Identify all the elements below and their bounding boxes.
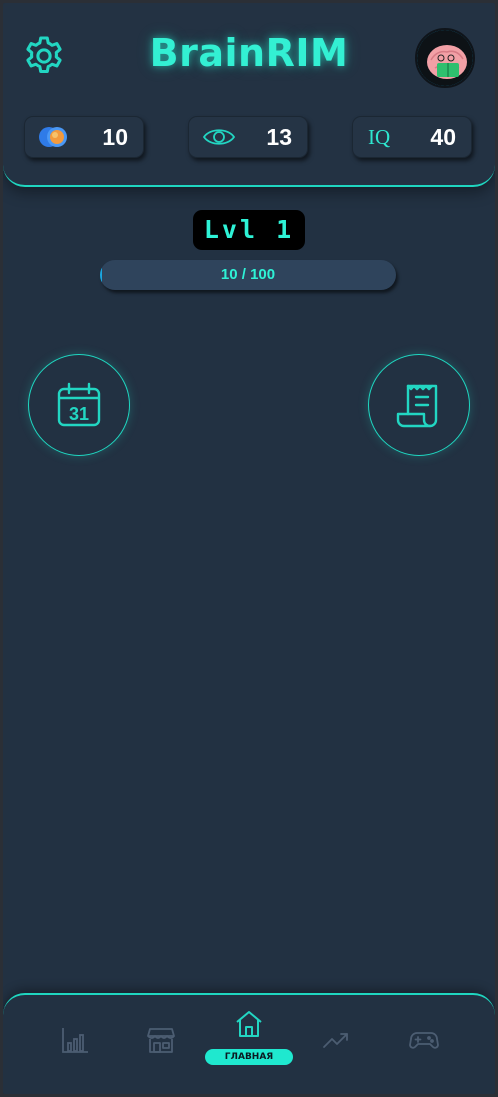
avatar[interactable] — [415, 28, 475, 88]
eye-icon — [202, 124, 236, 150]
nav-shop-store-icon[interactable] — [146, 1025, 176, 1055]
nav-stats-chart-icon[interactable] — [60, 1025, 90, 1055]
calendar-icon: 31 — [57, 382, 101, 427]
nav-trending-up-icon[interactable] — [321, 1025, 351, 1055]
brain-coin-icon — [38, 124, 72, 150]
xp-progress-bar: 10 / 100 — [100, 260, 396, 290]
nav-gamepad-icon[interactable] — [409, 1025, 439, 1055]
iq-label: IQ — [368, 125, 391, 149]
header: BrainRIM 10 13 IQ 40 — [3, 3, 495, 187]
views-value: 13 — [266, 124, 292, 150]
iq-stat: IQ 40 — [352, 116, 472, 158]
tasks-scroll-button[interactable] — [368, 354, 470, 456]
app-window: BrainRIM 10 13 IQ 40 Lvl 1 10 / 100 31 Г… — [3, 3, 495, 1094]
nav-home-icon[interactable] — [234, 1009, 264, 1039]
coins-stat: 10 — [24, 116, 144, 158]
bottom-nav: ГЛАВНАЯ — [3, 993, 495, 1094]
iq-value: 40 — [430, 124, 456, 150]
views-stat: 13 — [188, 116, 308, 158]
calendar-day: 31 — [69, 404, 89, 424]
xp-progress-text: 10 / 100 — [220, 266, 276, 283]
coins-value: 10 — [102, 124, 128, 150]
receipt-scroll-icon — [396, 384, 438, 428]
nav-home-label[interactable]: ГЛАВНАЯ — [205, 1049, 293, 1065]
level-badge: Lvl 1 — [193, 210, 305, 250]
calendar-button[interactable]: 31 — [28, 354, 130, 456]
